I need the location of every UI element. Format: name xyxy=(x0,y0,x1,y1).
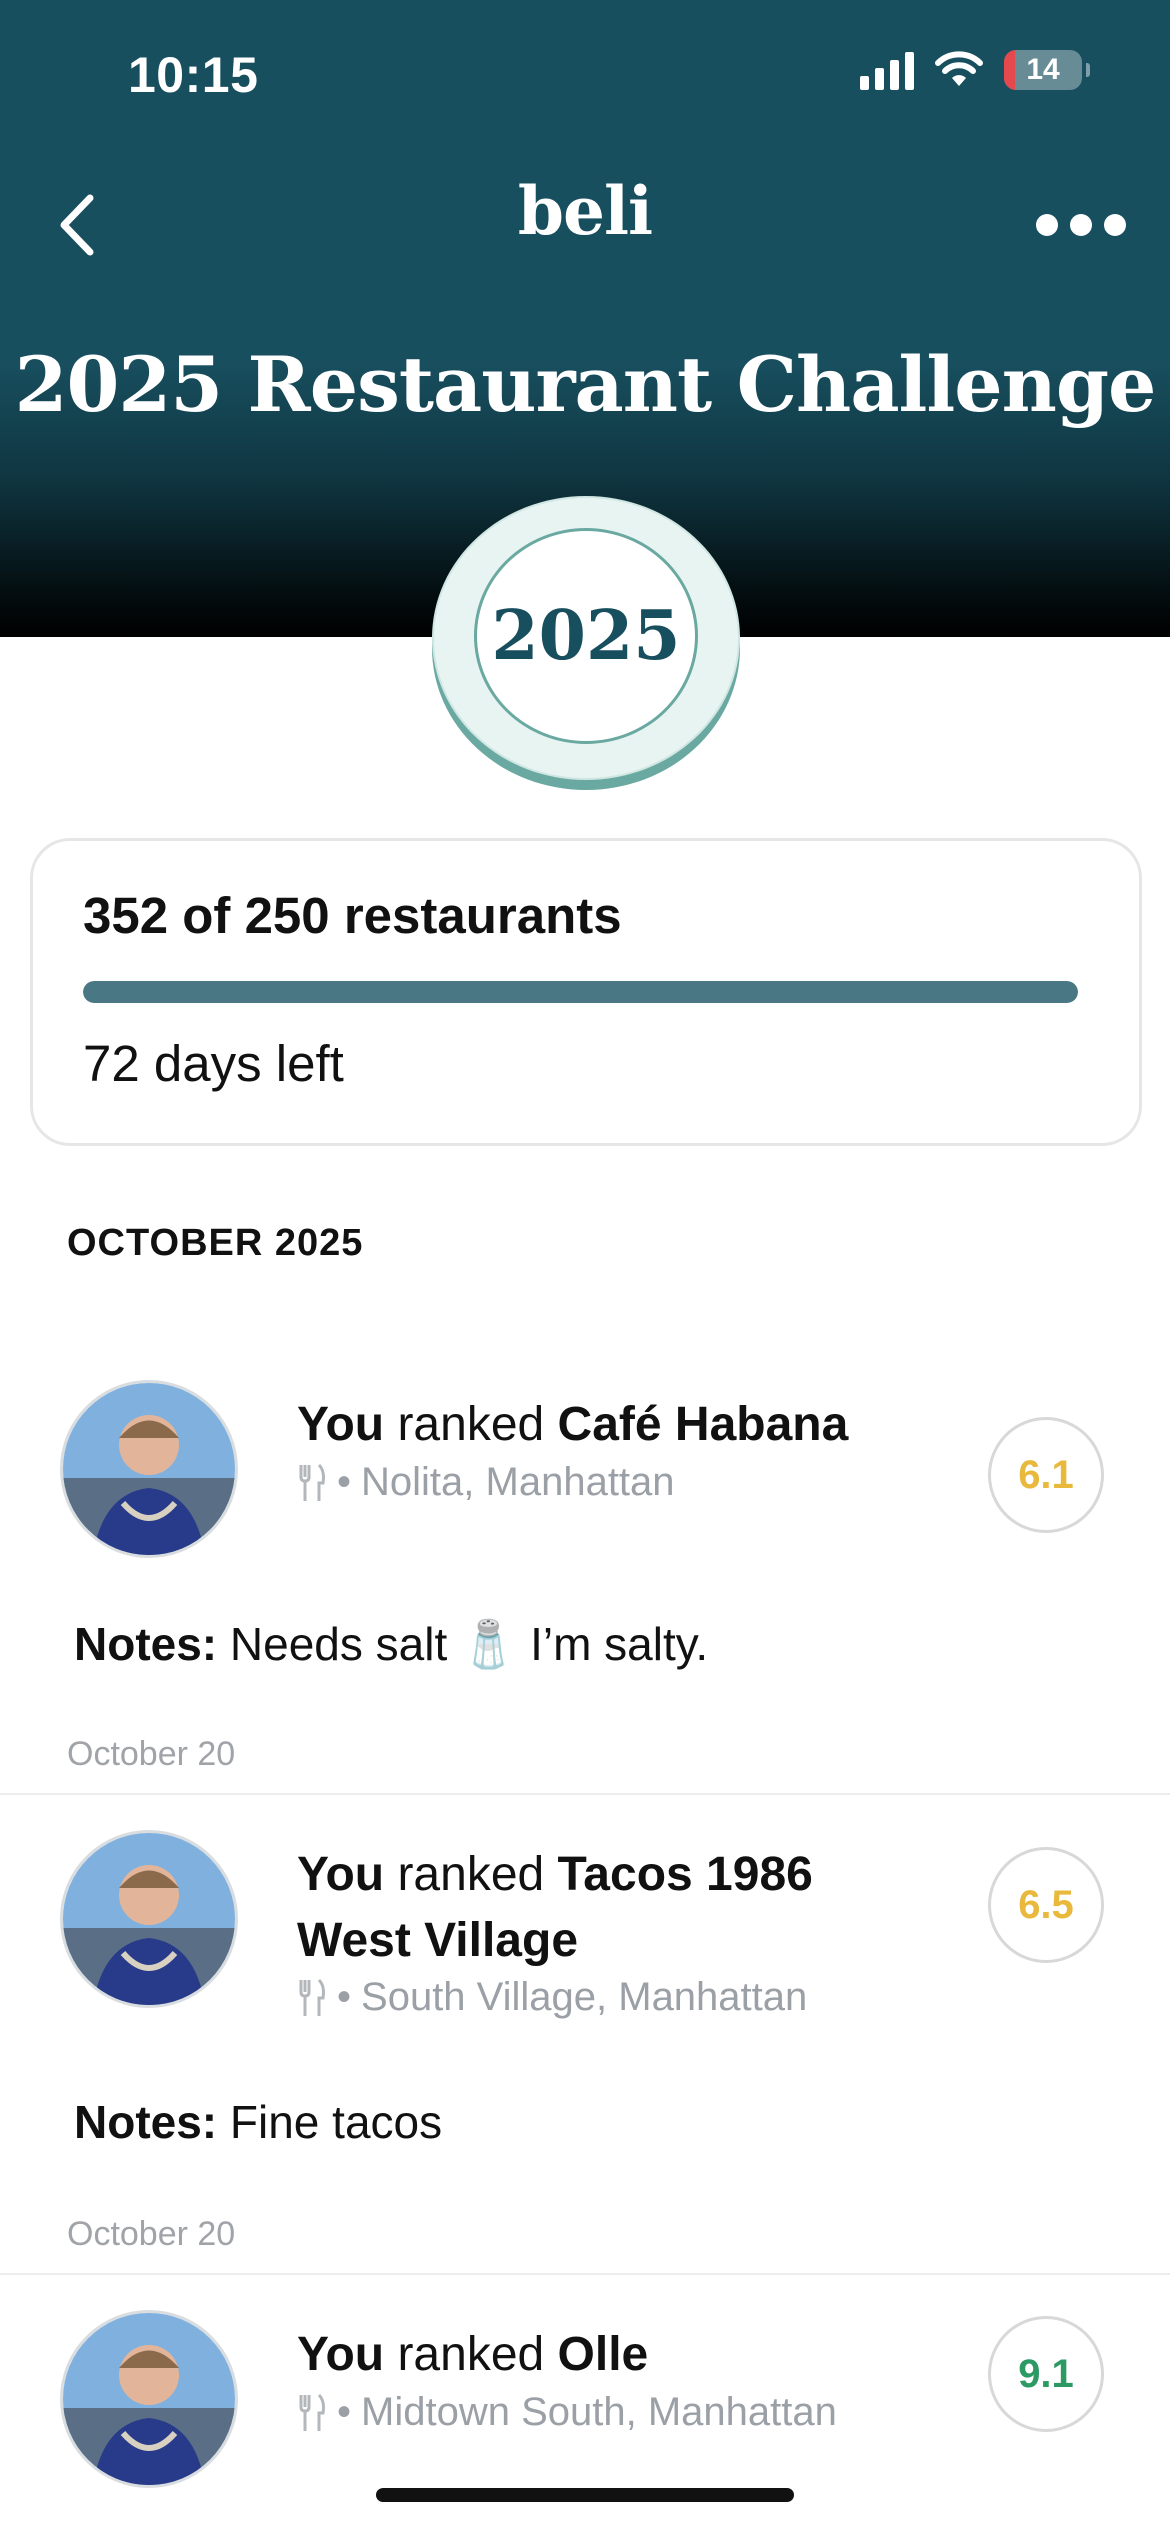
feed-item[interactable]: You ranked Café Habana • Nolita, Manhatt… xyxy=(0,1380,1170,1820)
feed-headline: You ranked Olle xyxy=(297,2322,877,2388)
separator-dot: • xyxy=(337,1460,352,1504)
feed-date: October 20 xyxy=(67,2215,236,2253)
fork-knife-icon xyxy=(299,1978,325,2016)
separator-dot: • xyxy=(337,2390,352,2434)
feed-restaurant[interactable]: Olle xyxy=(558,2328,649,2381)
score-badge[interactable]: 9.1 xyxy=(988,2316,1104,2432)
avatar[interactable] xyxy=(60,1380,238,1558)
progress-card: 352 of 250 restaurants 72 days left xyxy=(30,838,1142,1146)
status-icons: 14 xyxy=(860,50,1090,90)
signal-icon xyxy=(860,50,914,90)
feed-item[interactable]: You ranked Tacos 1986 West Village • Sou… xyxy=(0,1830,1170,2270)
separator-dot: • xyxy=(337,1975,352,2019)
feed-location-text: Midtown South, Manhattan xyxy=(361,2390,837,2434)
home-indicator[interactable] xyxy=(376,2488,794,2502)
feed-actor: You xyxy=(297,1398,385,1451)
more-horizontal-icon[interactable] xyxy=(1036,200,1126,250)
feed-location-text: Nolita, Manhattan xyxy=(361,1460,675,1504)
feed-actor: You xyxy=(297,1848,385,1901)
badge-year: 2025 xyxy=(474,528,698,744)
feed-verb: ranked xyxy=(397,1398,545,1451)
year-badge: 2025 xyxy=(432,496,740,780)
notes-label: Notes: xyxy=(74,1618,218,1670)
divider xyxy=(0,2273,1170,2275)
fork-knife-icon xyxy=(299,2393,325,2431)
notes-text: Needs salt 🧂 I’m salty. xyxy=(229,1618,709,1670)
status-time: 10:15 xyxy=(128,47,259,103)
battery-level: 14 xyxy=(1026,53,1060,86)
challenge-title: 2025 Restaurant Challenge xyxy=(14,340,1157,429)
divider xyxy=(0,1793,1170,1795)
battery-icon: 14 xyxy=(1004,50,1082,90)
feed-location-text: South Village, Manhattan xyxy=(361,1975,808,2019)
wifi-icon xyxy=(935,51,983,86)
progress-bar-fill xyxy=(83,981,1078,1003)
progress-count: 352 of 250 restaurants xyxy=(83,887,622,944)
notes-text: Fine tacos xyxy=(229,2096,443,2148)
feed-headline: You ranked Café Habana xyxy=(297,1392,877,1458)
fork-knife-icon xyxy=(299,1463,325,1501)
score-badge[interactable]: 6.5 xyxy=(988,1847,1104,1963)
feed-verb: ranked xyxy=(397,1848,545,1901)
feed-location: • Nolita, Manhattan xyxy=(297,1460,675,1505)
feed-notes: Notes: Needs salt 🧂 I’m salty. xyxy=(74,1617,708,1672)
avatar[interactable] xyxy=(60,2310,238,2488)
feed-verb: ranked xyxy=(397,2328,545,2381)
score-badge[interactable]: 6.1 xyxy=(988,1417,1104,1533)
feed-headline: You ranked Tacos 1986 West Village xyxy=(297,1842,877,1974)
feed-location: • South Village, Manhattan xyxy=(297,1975,807,2020)
feed-restaurant[interactable]: Café Habana xyxy=(558,1398,849,1451)
notes-label: Notes: xyxy=(74,2096,218,2148)
feed-notes: Notes: Fine tacos xyxy=(74,2095,442,2149)
progress-bar xyxy=(83,981,1078,1003)
days-left: 72 days left xyxy=(83,1035,344,1092)
section-heading: OCTOBER 2025 xyxy=(67,1222,364,1264)
status-bar: 10:15 14 xyxy=(0,0,1170,150)
battery-fill xyxy=(1004,50,1015,90)
feed-location: • Midtown South, Manhattan xyxy=(297,2390,837,2435)
feed-date: October 20 xyxy=(67,1735,236,1773)
feed-actor: You xyxy=(297,2328,385,2381)
avatar[interactable] xyxy=(60,1830,238,2008)
battery-nub xyxy=(1086,63,1090,77)
app-title: beli xyxy=(517,172,653,250)
